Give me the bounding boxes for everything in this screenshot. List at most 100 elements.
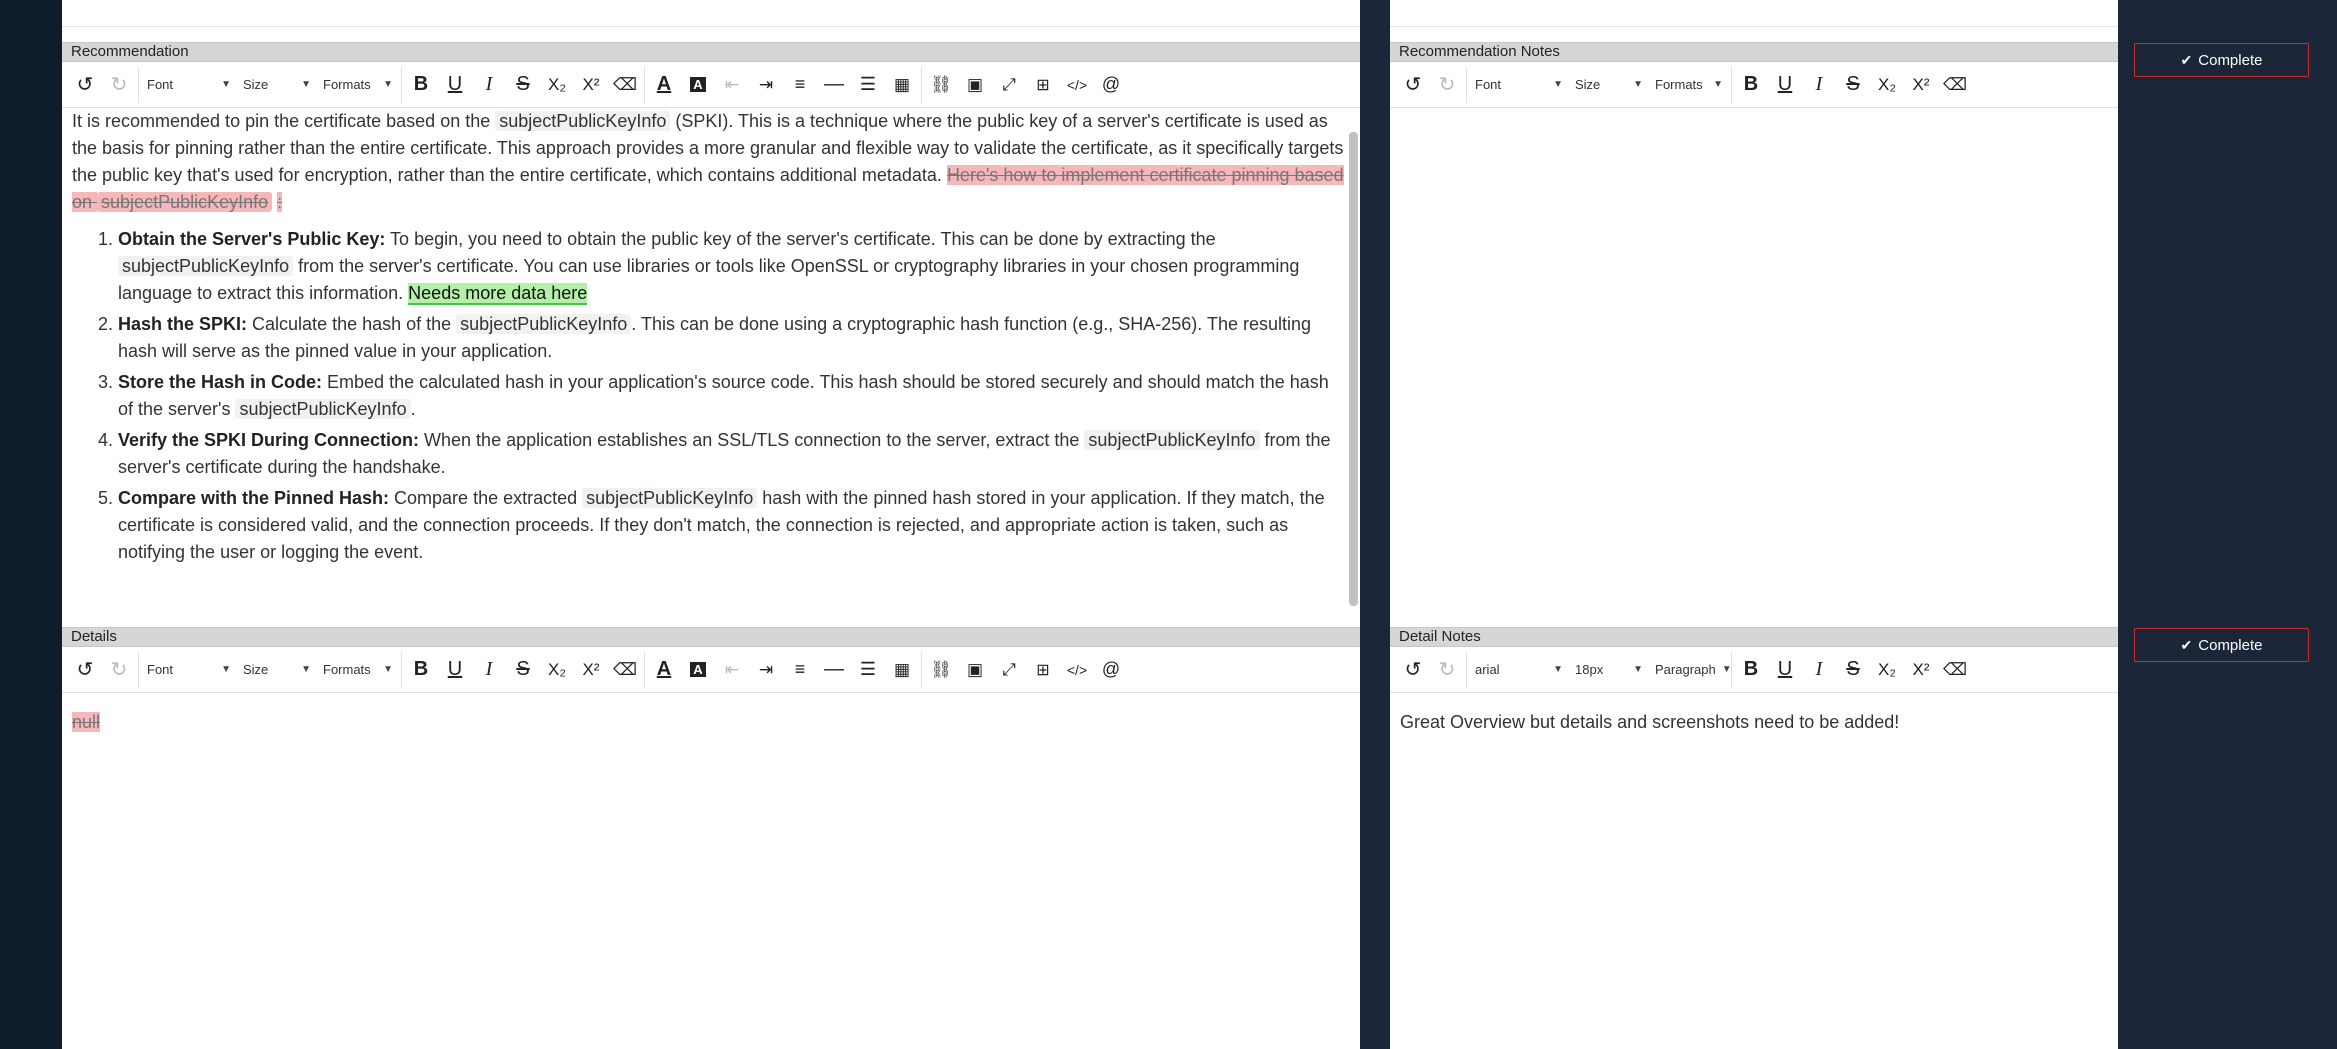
chevron-down-icon: ▼ [1633,664,1643,675]
size-dropdown[interactable]: 18px ▼ [1569,653,1649,687]
italic-icon[interactable]: I [472,653,506,687]
font-dropdown[interactable]: Font ▼ [141,653,237,687]
align-left-icon[interactable]: ≡ [783,68,817,102]
subscript-icon[interactable]: X₂ [540,68,574,102]
size-dropdown[interactable]: Size ▼ [1569,68,1649,102]
strikethrough-icon[interactable]: S [1836,68,1870,102]
recommendation-editor[interactable]: It is recommended to pin the certificate… [62,108,1360,610]
list-item: Compare with the Pinned Hash: Compare th… [118,485,1340,566]
chevron-down-icon: ▼ [1721,664,1732,675]
details-complete-button[interactable]: ✔ Complete [2134,628,2309,662]
link-icon[interactable]: ⛓ [924,653,958,687]
details-editor[interactable]: null [62,695,1360,1049]
code-view-icon[interactable]: </> [1060,68,1094,102]
redo-icon[interactable]: ↻ [102,653,136,687]
italic-icon[interactable]: I [1802,653,1836,687]
size-dropdown[interactable]: Size ▼ [237,653,317,687]
indent-icon[interactable]: ⇥ [749,653,783,687]
middle-gutter [1360,0,1390,1049]
undo-icon[interactable]: ↺ [1396,653,1430,687]
formats-dropdown[interactable]: Formats ▼ [317,68,399,102]
chevron-down-icon: ▼ [383,664,393,675]
redo-icon[interactable]: ↻ [1430,653,1464,687]
bold-icon[interactable]: B [404,653,438,687]
outdent-icon[interactable]: ⇤ [715,68,749,102]
fullscreen-icon[interactable]: ⤢ [992,68,1026,102]
mention-icon[interactable]: @ [1094,653,1128,687]
formats-dropdown[interactable]: Formats ▼ [1649,68,1729,102]
bold-icon[interactable]: B [1734,68,1768,102]
font-dropdown[interactable]: Font ▼ [1469,68,1569,102]
list-item: Obtain the Server's Public Key: To begin… [118,226,1340,307]
font-dropdown[interactable]: arial ▼ [1469,653,1569,687]
superscript-icon[interactable]: X² [1904,68,1938,102]
deleted-text: null [72,712,101,732]
mention-icon[interactable]: @ [1094,68,1128,102]
outdent-icon[interactable]: ⇤ [715,653,749,687]
font-color-icon[interactable]: A [647,653,681,687]
clear-format-icon[interactable]: ⌫ [1938,653,1972,687]
clear-format-icon[interactable]: ⌫ [1938,68,1972,102]
check-icon: ✔ [2180,51,2193,68]
font-color-icon[interactable]: A [647,68,681,102]
recommendation-complete-button[interactable]: ✔ Complete [2134,43,2309,77]
size-dropdown[interactable]: Size ▼ [237,68,317,102]
table-icon[interactable]: ▦ [885,653,919,687]
align-left-icon[interactable]: ≡ [783,653,817,687]
recommendation-notes-editor[interactable] [1390,108,2118,610]
font-dropdown[interactable]: Font ▼ [141,68,237,102]
superscript-icon[interactable]: X² [574,653,608,687]
bold-icon[interactable]: B [404,68,438,102]
formats-dropdown[interactable]: Formats ▼ [317,653,399,687]
clear-format-icon[interactable]: ⌫ [608,653,642,687]
table-icon[interactable]: ▦ [885,68,919,102]
superscript-icon[interactable]: X² [1904,653,1938,687]
underline-icon[interactable]: U [1768,653,1802,687]
image-icon[interactable]: ▣ [958,68,992,102]
left-gutter [0,0,62,1049]
subscript-icon[interactable]: X₂ [540,653,574,687]
underline-icon[interactable]: U [1768,68,1802,102]
horizontal-rule-icon[interactable]: — [817,653,851,687]
format-dropdowns: arial ▼ 18px ▼ Paragraph ▼ [1467,651,1732,688]
detail-notes-editor[interactable]: Great Overview but details and screensho… [1390,695,2118,1049]
chevron-down-icon: ▼ [301,664,311,675]
numbered-list-icon[interactable]: ☰ [851,653,885,687]
formats-dropdown[interactable]: Paragraph ▼ [1649,653,1732,687]
superscript-icon[interactable]: X² [574,68,608,102]
link-icon[interactable]: ⛓ [924,68,958,102]
highlight-color-icon[interactable]: A [681,653,715,687]
bold-icon[interactable]: B [1734,653,1768,687]
text-style-group: B U I S X₂ X² ⌫ [402,651,645,688]
subscript-icon[interactable]: X₂ [1870,68,1904,102]
italic-icon[interactable]: I [472,68,506,102]
undo-icon[interactable]: ↺ [68,653,102,687]
template-icon[interactable]: ⊞ [1026,68,1060,102]
history-group: ↺ ↻ [1394,651,1467,688]
recommendation-toolbar: ↺ ↻ Font ▼ Size ▼ Formats ▼ B U I S X₂ X² ⌫… [62,62,1360,108]
strikethrough-icon[interactable]: S [506,653,540,687]
numbered-list-icon[interactable]: ☰ [851,68,885,102]
details-toolbar: ↺ ↻ Font ▼ Size ▼ Formats ▼ B U I S X₂ X² ⌫… [62,647,1360,693]
detail-notes-toolbar: ↺ ↻ arial ▼ 18px ▼ Paragraph ▼ B U I S X₂ X… [1390,647,2118,693]
strikethrough-icon[interactable]: S [506,68,540,102]
strikethrough-icon[interactable]: S [1836,653,1870,687]
italic-icon[interactable]: I [1802,68,1836,102]
subscript-icon[interactable]: X₂ [1870,653,1904,687]
template-icon[interactable]: ⊞ [1026,653,1060,687]
redo-icon[interactable]: ↻ [102,68,136,102]
editor-scrollbar[interactable] [1349,132,1358,606]
redo-icon[interactable]: ↻ [1430,68,1464,102]
underline-icon[interactable]: U [438,68,472,102]
undo-icon[interactable]: ↺ [1396,68,1430,102]
code-view-icon[interactable]: </> [1060,653,1094,687]
fullscreen-icon[interactable]: ⤢ [992,653,1026,687]
chevron-down-icon: ▼ [221,664,231,675]
highlight-color-icon[interactable]: A [681,68,715,102]
clear-format-icon[interactable]: ⌫ [608,68,642,102]
undo-icon[interactable]: ↺ [68,68,102,102]
horizontal-rule-icon[interactable]: — [817,68,851,102]
indent-icon[interactable]: ⇥ [749,68,783,102]
image-icon[interactable]: ▣ [958,653,992,687]
underline-icon[interactable]: U [438,653,472,687]
